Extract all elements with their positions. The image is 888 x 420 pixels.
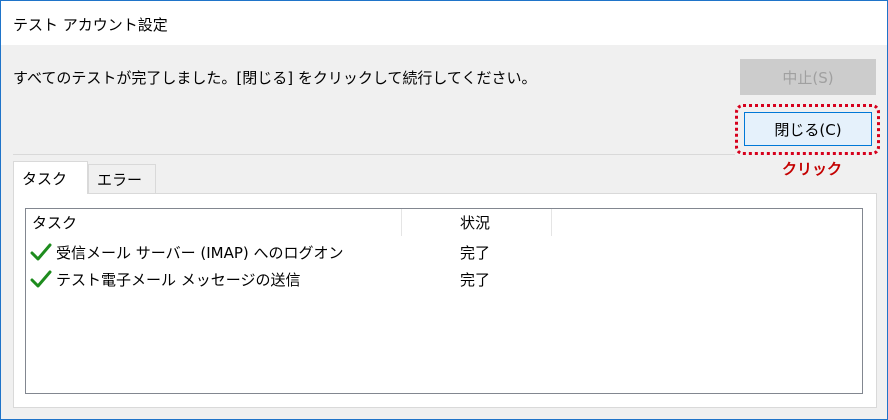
row-task-name: テスト電子メール メッセージの送信 bbox=[56, 271, 301, 289]
tab-task[interactable]: タスク bbox=[13, 161, 88, 194]
column-header-task[interactable]: タスク bbox=[26, 209, 402, 236]
click-annotation-label: クリック bbox=[782, 160, 843, 178]
row-task-name: 受信メール サーバー (IMAP) へのログオン bbox=[56, 244, 344, 262]
row-status: 完了 bbox=[460, 271, 491, 289]
task-list[interactable]: タスク 状況 受信メール サーバー (IMAP) へのログオン 完了 テスト電子… bbox=[25, 208, 863, 394]
window-title: テスト アカウント設定 bbox=[13, 16, 168, 34]
column-header-task-label: タスク bbox=[32, 214, 78, 232]
tab-panel: タスク 状況 受信メール サーバー (IMAP) へのログオン 完了 テスト電子… bbox=[13, 193, 877, 408]
column-header-status[interactable]: 状況 bbox=[402, 209, 552, 236]
column-header-status-label: 状況 bbox=[460, 214, 491, 232]
title-bar[interactable]: テスト アカウント設定 bbox=[1, 1, 887, 45]
table-row[interactable]: テスト電子メール メッセージの送信 完了 bbox=[26, 266, 862, 292]
checkmark-icon bbox=[30, 270, 52, 288]
tab-error-label: エラー bbox=[97, 171, 143, 189]
divider bbox=[13, 154, 735, 155]
test-account-settings-dialog: テスト アカウント設定 すべてのテストが完了しました。[閉じる] をクリックして… bbox=[0, 0, 888, 420]
row-status: 完了 bbox=[460, 244, 491, 262]
click-highlight-annotation bbox=[735, 104, 880, 155]
completion-message: すべてのテストが完了しました。[閉じる] をクリックして続行してください。 bbox=[13, 69, 537, 87]
stop-button-label: 中止(S) bbox=[782, 68, 834, 87]
checkmark-icon bbox=[30, 243, 52, 261]
list-header: タスク 状況 bbox=[26, 209, 862, 236]
stop-button[interactable]: 中止(S) bbox=[740, 59, 876, 95]
table-row[interactable]: 受信メール サーバー (IMAP) へのログオン 完了 bbox=[26, 239, 862, 265]
tab-error[interactable]: エラー bbox=[88, 164, 156, 194]
tab-task-label: タスク bbox=[22, 169, 68, 188]
